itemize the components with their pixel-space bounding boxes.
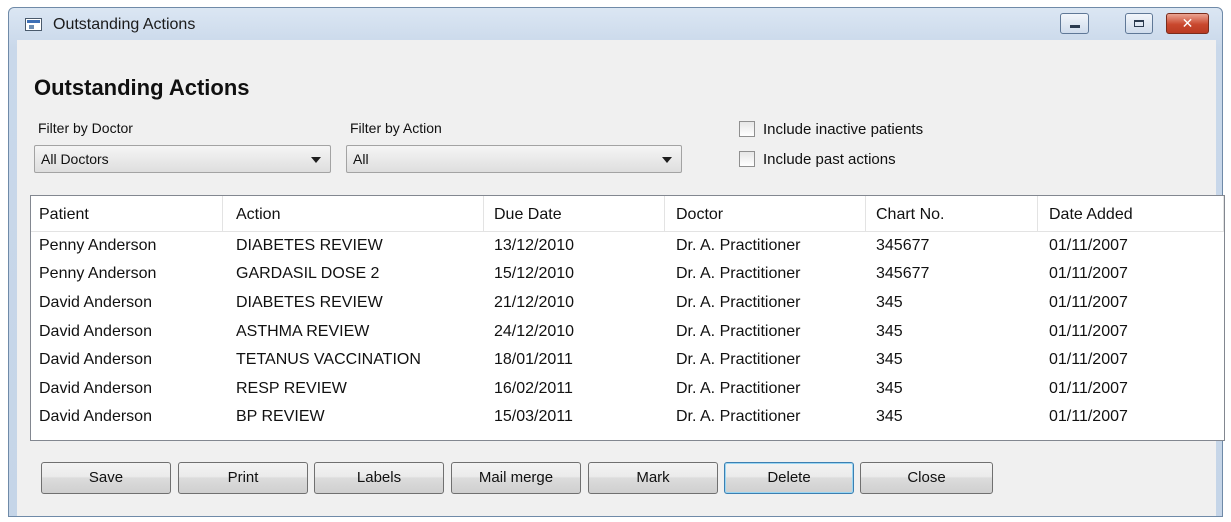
cell-chart-no: 345677: [876, 237, 930, 254]
table-body: Penny Anderson DIABETES REVIEW 13/12/201…: [31, 232, 1224, 437]
cell-due-date: 13/12/2010: [494, 237, 575, 254]
column-header-due-date[interactable]: Due Date: [494, 206, 562, 224]
cell-action: BP REVIEW: [236, 408, 325, 425]
table-row[interactable]: David Anderson BP REVIEW 15/03/2011 Dr. …: [31, 403, 1224, 431]
cell-date-added: 01/11/2007: [1049, 380, 1128, 397]
cell-chart-no: 345: [876, 351, 903, 368]
dropdown-arrow-icon: [311, 157, 321, 163]
column-divider[interactable]: [1037, 196, 1038, 231]
close-button[interactable]: Close: [860, 462, 993, 494]
cell-doctor: Dr. A. Practitioner: [676, 294, 801, 311]
table-row[interactable]: David Anderson ASTHMA REVIEW 24/12/2010 …: [31, 318, 1224, 346]
maximize-icon: [1134, 20, 1144, 27]
cell-patient: David Anderson: [39, 408, 152, 425]
cell-date-added: 01/11/2007: [1049, 294, 1128, 311]
mail-merge-button[interactable]: Mail merge: [451, 462, 581, 494]
include-past-checkbox[interactable]: [739, 151, 755, 167]
cell-action: GARDASIL DOSE 2: [236, 265, 380, 282]
title-bar[interactable]: Outstanding Actions ✕: [9, 8, 1222, 40]
cell-action: ASTHMA REVIEW: [236, 323, 370, 340]
cell-action: DIABETES REVIEW: [236, 294, 383, 311]
include-inactive-label[interactable]: Include inactive patients: [763, 121, 923, 138]
column-divider[interactable]: [222, 196, 223, 231]
cell-doctor: Dr. A. Practitioner: [676, 237, 801, 254]
cell-due-date: 21/12/2010: [494, 294, 575, 311]
column-header-patient[interactable]: Patient: [39, 206, 89, 224]
cell-patient: David Anderson: [39, 294, 152, 311]
cell-patient: David Anderson: [39, 351, 152, 368]
close-window-button[interactable]: ✕: [1166, 13, 1209, 34]
cell-patient: Penny Anderson: [39, 265, 157, 282]
cell-chart-no: 345: [876, 380, 903, 397]
cell-action: DIABETES REVIEW: [236, 237, 383, 254]
actions-table[interactable]: Patient Action Due Date Doctor Chart No.…: [30, 195, 1225, 441]
cell-chart-no: 345: [876, 408, 903, 425]
page-heading: Outstanding Actions: [34, 75, 250, 100]
filter-action-value: All: [353, 151, 369, 167]
cell-patient: David Anderson: [39, 323, 152, 340]
column-divider[interactable]: [664, 196, 665, 231]
table-row[interactable]: Penny Anderson GARDASIL DOSE 2 15/12/201…: [31, 260, 1224, 288]
close-icon: ✕: [1181, 15, 1194, 32]
filter-doctor-value: All Doctors: [41, 151, 109, 167]
filter-doctor-label: Filter by Doctor: [38, 120, 133, 136]
maximize-button[interactable]: [1125, 13, 1153, 34]
print-button[interactable]: Print: [178, 462, 308, 494]
cell-chart-no: 345: [876, 323, 903, 340]
cell-chart-no: 345677: [876, 265, 930, 282]
cell-action: RESP REVIEW: [236, 380, 347, 397]
cell-action: TETANUS VACCINATION: [236, 351, 421, 368]
table-row[interactable]: David Anderson RESP REVIEW 16/02/2011 Dr…: [31, 375, 1224, 403]
dropdown-arrow-icon: [662, 157, 672, 163]
delete-button[interactable]: Delete: [724, 462, 854, 494]
app-window-icon: [25, 18, 42, 31]
column-header-date-added[interactable]: Date Added: [1049, 206, 1133, 224]
column-header-chart-no[interactable]: Chart No.: [876, 206, 944, 224]
cell-doctor: Dr. A. Practitioner: [676, 351, 801, 368]
include-inactive-checkbox[interactable]: [739, 121, 755, 137]
window-title: Outstanding Actions: [53, 16, 196, 33]
table-row[interactable]: David Anderson TETANUS VACCINATION 18/01…: [31, 346, 1224, 374]
cell-date-added: 01/11/2007: [1049, 351, 1128, 368]
cell-doctor: Dr. A. Practitioner: [676, 408, 801, 425]
minimize-button[interactable]: [1060, 13, 1089, 34]
filter-action-label: Filter by Action: [350, 120, 442, 136]
cell-due-date: 16/02/2011: [494, 380, 573, 397]
cell-due-date: 18/01/2011: [494, 351, 573, 368]
column-divider[interactable]: [483, 196, 484, 231]
labels-button[interactable]: Labels: [314, 462, 444, 494]
filter-doctor-dropdown[interactable]: All Doctors: [34, 145, 331, 173]
cell-doctor: Dr. A. Practitioner: [676, 323, 801, 340]
cell-date-added: 01/11/2007: [1049, 408, 1128, 425]
cell-patient: Penny Anderson: [39, 237, 157, 254]
table-header: Patient Action Due Date Doctor Chart No.…: [31, 196, 1224, 232]
cell-chart-no: 345: [876, 294, 903, 311]
column-divider[interactable]: [865, 196, 866, 231]
table-row[interactable]: David Anderson DIABETES REVIEW 21/12/201…: [31, 289, 1224, 317]
cell-doctor: Dr. A. Practitioner: [676, 380, 801, 397]
cell-due-date: 15/03/2011: [494, 408, 573, 425]
save-button[interactable]: Save: [41, 462, 171, 494]
cell-date-added: 01/11/2007: [1049, 265, 1128, 282]
column-divider[interactable]: [1223, 196, 1224, 231]
cell-due-date: 24/12/2010: [494, 323, 575, 340]
cell-date-added: 01/11/2007: [1049, 237, 1128, 254]
cell-due-date: 15/12/2010: [494, 265, 575, 282]
column-header-action[interactable]: Action: [236, 206, 280, 224]
cell-patient: David Anderson: [39, 380, 152, 397]
mark-button[interactable]: Mark: [588, 462, 718, 494]
table-row[interactable]: Penny Anderson DIABETES REVIEW 13/12/201…: [31, 232, 1224, 260]
cell-date-added: 01/11/2007: [1049, 323, 1128, 340]
include-past-label[interactable]: Include past actions: [763, 151, 896, 168]
column-header-doctor[interactable]: Doctor: [676, 206, 723, 224]
cell-doctor: Dr. A. Practitioner: [676, 265, 801, 282]
minimize-icon: [1069, 25, 1080, 28]
filter-action-dropdown[interactable]: All: [346, 145, 682, 173]
